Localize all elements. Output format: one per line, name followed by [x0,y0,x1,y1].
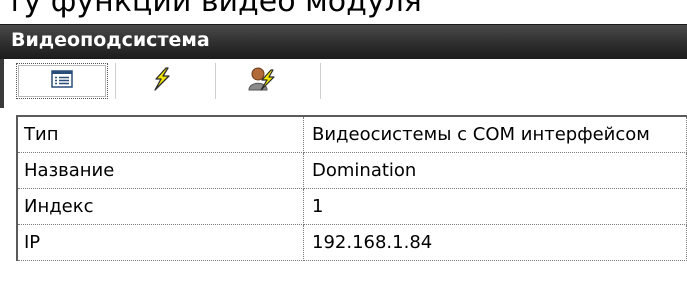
properties-table: Тип Видеосистемы с COM интерфейсом Назва… [16,115,687,261]
events-button[interactable] [116,63,208,99]
table-row: Название Domination [16,152,687,189]
property-value[interactable]: 1 [303,188,687,225]
property-key: Название [16,152,304,189]
property-key: Тип [16,115,304,153]
properties-list-icon [51,70,73,92]
property-key: Индекс [16,188,304,225]
panel-left-edge [0,108,4,293]
properties-button[interactable] [16,63,108,99]
property-value[interactable]: Видеосистемы с COM интерфейсом [303,115,687,153]
user-lightning-icon [247,66,277,96]
table-row: Тип Видеосистемы с COM интерфейсом [16,115,687,153]
property-key: IP [16,224,304,261]
user-events-button[interactable] [216,63,308,99]
property-value[interactable]: 192.168.1.84 [303,224,687,261]
table-row: Индекс 1 [16,188,687,225]
panel-header: Видеоподсистема [0,24,687,59]
cutoff-text: ту функции видео модуля [6,0,422,19]
table-row: IP 192.168.1.84 [16,224,687,261]
toolbar-separator [320,63,321,99]
lightning-icon [151,67,173,95]
property-value[interactable]: Domination [303,152,687,189]
cutoff-text-region: ту функции видео модуля [0,0,687,22]
panel-title: Видеоподсистема [11,29,210,51]
toolbar [0,59,687,108]
